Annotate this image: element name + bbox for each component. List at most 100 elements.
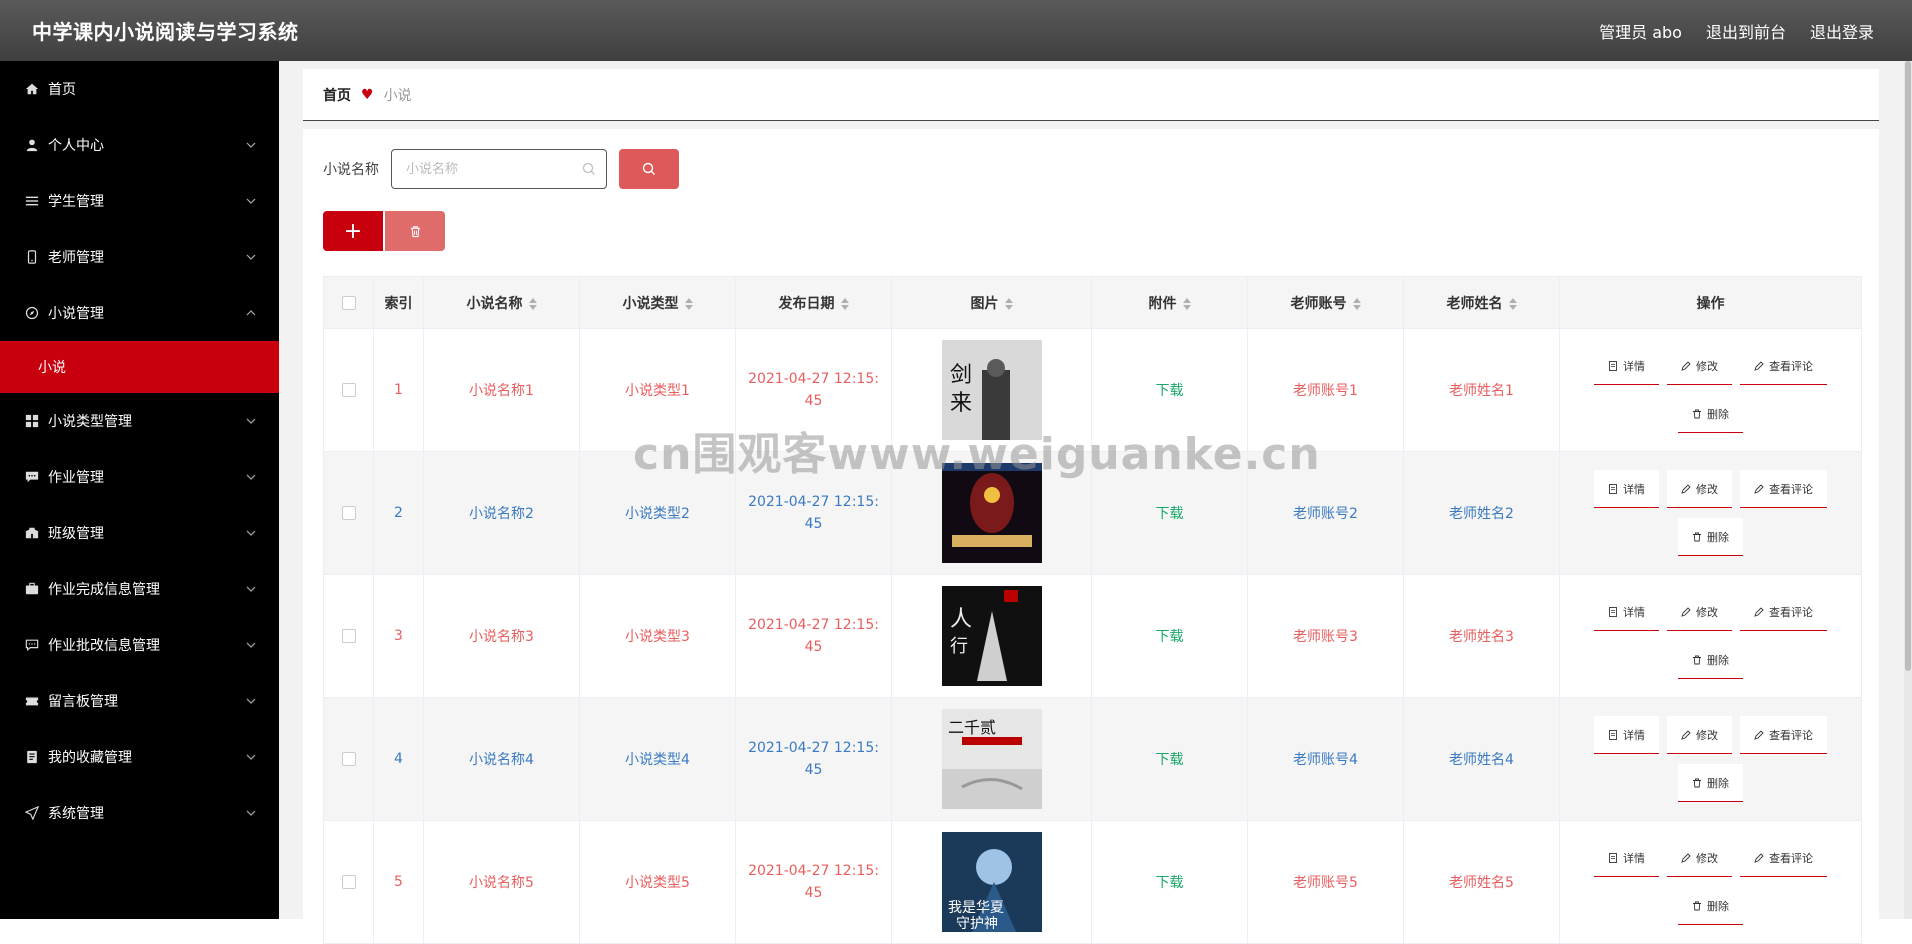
sidebar-subitem-novel[interactable]: 小说 — [0, 341, 279, 393]
cell-operations: 详情 修改 查看评论删除 — [1559, 451, 1862, 575]
row-select-cell — [323, 328, 374, 452]
sidebar-item-personal-center[interactable]: 个人中心 — [0, 117, 279, 173]
header-operations: 操作 — [1559, 276, 1862, 329]
edit-icon — [1754, 483, 1764, 494]
sidebar-item-novel-types[interactable]: 小说类型管理 — [0, 393, 279, 449]
select-all-checkbox[interactable] — [341, 295, 356, 310]
breadcrumb-current: 小说 — [383, 87, 412, 104]
row-checkbox[interactable] — [341, 875, 356, 889]
admin-user-label[interactable]: 管理员 abo — [1599, 19, 1682, 43]
cell-attachment-download[interactable]: 下载 — [1091, 574, 1248, 698]
sort-icon — [1508, 297, 1517, 311]
view-comments-button[interactable]: 查看评论 — [1740, 839, 1827, 877]
cell-publish-date: 2021-04-27 12:15:45 — [735, 820, 892, 944]
sidebar-item-label: 作业批改信息管理 — [48, 638, 160, 654]
logout-link[interactable]: 退出登录 — [1810, 19, 1874, 43]
edit-button[interactable]: 修改 — [1667, 839, 1732, 877]
sidebar-item-homework-grading[interactable]: 作业批改信息管理 — [0, 617, 279, 673]
view-comments-button[interactable]: 查看评论 — [1740, 593, 1827, 631]
app-title: 中学课内小说阅读与学习系统 — [32, 20, 299, 44]
row-checkbox[interactable] — [341, 506, 356, 520]
cell-attachment-download[interactable]: 下载 — [1091, 697, 1248, 821]
edit-button[interactable]: 修改 — [1667, 470, 1732, 508]
header-image[interactable]: 图片 — [891, 276, 1092, 329]
header-teacher-name[interactable]: 老师姓名 — [1403, 276, 1560, 329]
chevron-down-icon — [246, 198, 256, 204]
edit-button[interactable]: 修改 — [1667, 716, 1732, 754]
header-attachment[interactable]: 附件 — [1091, 276, 1248, 329]
trash-icon — [1693, 532, 1701, 541]
cell-teacher-name: 老师姓名1 — [1403, 328, 1560, 452]
breadcrumb-home[interactable]: 首页 — [323, 85, 351, 105]
row-select-cell — [323, 451, 374, 575]
search-label: 小说名称 — [323, 162, 379, 178]
add-button[interactable]: + — [323, 211, 383, 251]
row-checkbox[interactable] — [341, 629, 356, 643]
detail-button[interactable]: 详情 — [1594, 716, 1659, 754]
header-publish-date[interactable]: 发布日期 — [735, 276, 892, 329]
sidebar-item-home[interactable]: 首页 — [0, 61, 279, 117]
sidebar-item-classes[interactable]: 班级管理 — [0, 505, 279, 561]
delete-button[interactable]: 删除 — [1678, 887, 1743, 925]
cell-image — [891, 451, 1092, 575]
sidebar-item-students[interactable]: 学生管理 — [0, 173, 279, 229]
content-panel: 小说名称 + 索引 小说名称 — [303, 129, 1879, 944]
sidebar-item-label: 老师管理 — [48, 250, 104, 266]
sidebar-item-label: 作业完成信息管理 — [48, 582, 160, 598]
novel-cover-image: 剑来 — [941, 340, 1042, 440]
cell-novel-name: 小说名称3 — [423, 574, 580, 698]
view-comments-button[interactable]: 查看评论 — [1740, 716, 1827, 754]
scrollbar-thumb[interactable] — [1905, 61, 1911, 671]
detail-button[interactable]: 详情 — [1594, 470, 1659, 508]
sidebar-item-homework-completion[interactable]: 作业完成信息管理 — [0, 561, 279, 617]
svg-text:剑: 剑 — [950, 363, 972, 388]
table-row: 1 小说名称1 小说类型1 2021-04-27 12:15:45 剑来下载 老师账号1 老… — [323, 328, 1862, 452]
edit-icon — [1681, 360, 1691, 371]
delete-button[interactable]: 删除 — [1678, 641, 1743, 679]
sidebar-item-favorites[interactable]: 我的收藏管理 — [0, 729, 279, 785]
sidebar-item-label: 系统管理 — [48, 806, 104, 822]
row-checkbox[interactable] — [341, 383, 356, 397]
cell-attachment-download[interactable]: 下载 — [1091, 328, 1248, 452]
search-button[interactable] — [619, 149, 679, 189]
sidebar-item-homework[interactable]: 作业管理 — [0, 449, 279, 505]
header-novel-name[interactable]: 小说名称 — [423, 276, 580, 329]
delete-button[interactable]: 删除 — [1678, 518, 1743, 556]
exit-to-front-link[interactable]: 退出到前台 — [1706, 19, 1786, 43]
edit-button[interactable]: 修改 — [1667, 347, 1732, 385]
cell-index: 3 — [373, 574, 424, 698]
batch-delete-button[interactable] — [385, 211, 445, 251]
header-index: 索引 — [373, 276, 424, 329]
cell-teacher-account: 老师账号4 — [1247, 697, 1404, 821]
view-comments-button[interactable]: 查看评论 — [1740, 470, 1827, 508]
sidebar-item-novels[interactable]: 小说管理 — [0, 285, 279, 341]
detail-button[interactable]: 详情 — [1594, 839, 1659, 877]
page-scrollbar[interactable] — [1904, 61, 1912, 919]
detail-button[interactable]: 详情 — [1594, 593, 1659, 631]
heart-icon: ♥ — [361, 86, 374, 103]
header-novel-type[interactable]: 小说类型 — [579, 276, 736, 329]
chevron-down-icon — [246, 810, 256, 816]
delete-button[interactable]: 删除 — [1678, 764, 1743, 802]
header-teacher-account[interactable]: 老师账号 — [1247, 276, 1404, 329]
delete-button[interactable]: 删除 — [1678, 395, 1743, 433]
trash-icon — [410, 225, 420, 237]
top-header: 中学课内小说阅读与学习系统 管理员 abo 退出到前台 退出登录 — [0, 0, 1912, 61]
mobile-icon — [24, 249, 40, 265]
novel-name-search-input[interactable] — [392, 150, 572, 188]
sort-icon — [1352, 297, 1361, 311]
sidebar-item-message-board[interactable]: 留言板管理 — [0, 673, 279, 729]
cell-attachment-download[interactable]: 下载 — [1091, 451, 1248, 575]
view-comments-button[interactable]: 查看评论 — [1740, 347, 1827, 385]
detail-button[interactable]: 详情 — [1594, 347, 1659, 385]
main-area: 首页 ♥ 小说 小说名称 + — [279, 61, 1912, 944]
sidebar-item-system[interactable]: 系统管理 — [0, 785, 279, 841]
briefcase-icon — [24, 581, 40, 597]
table-header-row: 索引 小说名称 小说类型 发布日期 图片 附件 老师账号 老师姓名 操作 — [323, 276, 1862, 329]
cell-attachment-download[interactable]: 下载 — [1091, 820, 1248, 944]
novel-cover-image: 我是华夏守护神 — [941, 832, 1042, 932]
row-checkbox[interactable] — [341, 752, 356, 766]
sidebar-item-teachers[interactable]: 老师管理 — [0, 229, 279, 285]
sort-icon — [684, 297, 693, 311]
edit-button[interactable]: 修改 — [1667, 593, 1732, 631]
